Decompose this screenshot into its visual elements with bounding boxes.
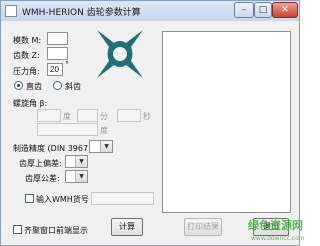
precision-label: 制造精度 (DIN 3967): <box>13 144 94 153</box>
print-results-button[interactable]: 打印结果 <box>184 218 222 236</box>
wmh-checkbox-label: 输入WMH货号 <box>36 195 89 204</box>
wmh-checkbox[interactable] <box>25 194 34 203</box>
chevron-down-icon: ▼ <box>100 141 112 152</box>
helix-minute-input[interactable] <box>77 109 98 122</box>
calculate-button[interactable]: 计算 <box>111 218 143 236</box>
helix-angle-label: 螺旋角 β: <box>13 99 48 108</box>
helix-degree-input[interactable] <box>37 109 61 122</box>
minimize-button[interactable]: – <box>234 2 254 18</box>
helix-second-input[interactable] <box>117 109 141 122</box>
helix-second-unit: 秒 <box>143 112 151 121</box>
thickness-tolerance-select[interactable]: ▼ <box>65 170 88 183</box>
helical-radio[interactable] <box>53 81 62 90</box>
app-window: WMH-HERION 齿轮参数计算 – □ ✕ 模数 M: 齿数 Z: 压力角:… <box>0 0 305 246</box>
thickness-tolerance-label: 齿厚公差: <box>25 174 60 183</box>
teeth-input[interactable] <box>47 47 68 60</box>
chevron-down-icon: ▼ <box>75 171 87 182</box>
helical-radio-label: 斜齿 <box>65 82 81 91</box>
gear-logo-icon <box>97 30 143 78</box>
teeth-label: 齿数 Z: <box>13 51 40 60</box>
watermark-text: 绿色资源网 <box>248 219 303 232</box>
maximize-icon: □ <box>258 5 268 15</box>
thickness-upper-label: 齿厚上偏差: <box>19 159 62 168</box>
spur-radio-label: 直齿 <box>26 82 42 91</box>
helix-degree-unit: 度 <box>63 112 71 121</box>
maximize-button[interactable]: □ <box>254 2 272 18</box>
minimize-icon: – <box>241 5 247 15</box>
helix-decimal-input[interactable] <box>37 123 98 136</box>
degree-symbol: ° <box>65 60 69 69</box>
precision-select[interactable]: ▼ <box>89 140 113 153</box>
module-label: 模数 M: <box>13 36 42 45</box>
title-bar[interactable]: WMH-HERION 齿轮参数计算 – □ ✕ <box>1 1 299 21</box>
app-icon <box>5 5 17 17</box>
pressure-angle-label: 压力角: <box>13 67 40 76</box>
watermark-url: www.downcc.com <box>251 235 305 242</box>
helix-decimal-unit: 度 <box>100 126 108 135</box>
pressure-angle-input[interactable]: 20 <box>47 63 63 76</box>
thickness-upper-select[interactable]: ▼ <box>65 155 88 168</box>
spur-radio[interactable] <box>14 81 23 90</box>
close-icon: ✕ <box>281 5 289 15</box>
helix-minute-unit: 分 <box>100 112 108 121</box>
chevron-down-icon: ▼ <box>75 156 87 167</box>
topmost-checkbox[interactable] <box>13 225 22 234</box>
close-button[interactable]: ✕ <box>272 2 298 18</box>
window-title: WMH-HERION 齿轮参数计算 <box>22 8 141 18</box>
topmost-checkbox-label: 齐聚窗口前端显示 <box>24 226 88 235</box>
wmh-input[interactable] <box>91 192 154 205</box>
module-input[interactable] <box>47 32 68 45</box>
result-textbox[interactable] <box>162 31 291 213</box>
